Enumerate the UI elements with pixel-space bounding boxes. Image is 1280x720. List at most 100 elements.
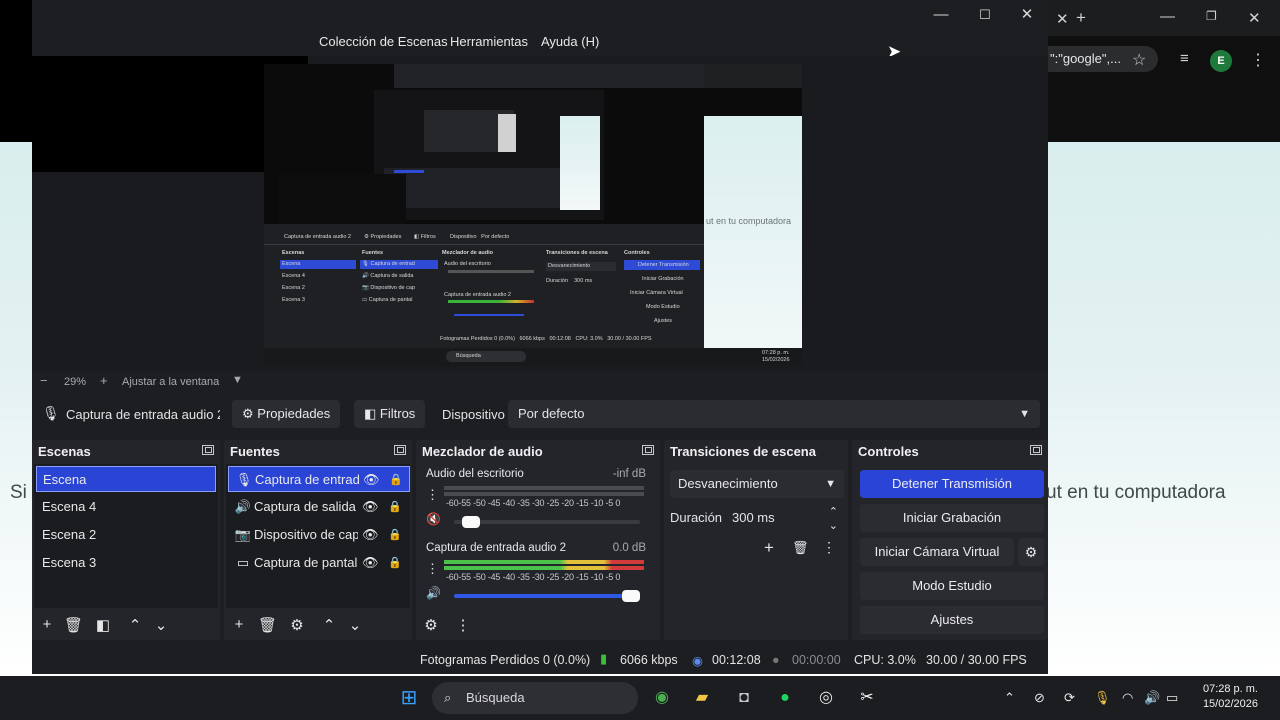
device-select[interactable]: Por defecto ▼: [508, 400, 1040, 428]
tray-sync-icon[interactable]: ⟳: [1064, 690, 1075, 706]
file-explorer-icon[interactable]: ▰: [690, 686, 714, 710]
zoom-out-icon[interactable]: −: [40, 373, 48, 388]
new-tab-icon[interactable]: +: [1076, 8, 1086, 28]
fit-window-label[interactable]: Ajustar a la ventana: [122, 376, 219, 388]
volume-slider[interactable]: [454, 590, 640, 602]
menu-help[interactable]: Ayuda (H): [541, 34, 599, 49]
chrome-icon[interactable]: ◉: [650, 686, 674, 710]
reading-list-icon[interactable]: ≡: [1180, 50, 1189, 67]
add-icon[interactable]: +: [764, 538, 774, 558]
menu-tools[interactable]: Herramientas: [450, 34, 528, 49]
lock-icon[interactable]: 🔒: [388, 550, 402, 576]
start-recording-button[interactable]: Iniciar Grabación: [860, 504, 1044, 532]
eye-icon[interactable]: 👁: [362, 522, 379, 548]
speaker-icon[interactable]: 🔊: [426, 586, 441, 600]
undock-icon[interactable]: [394, 445, 406, 455]
virtual-camera-gear-icon[interactable]: ⚙: [1018, 538, 1044, 566]
volume-knob[interactable]: [622, 590, 640, 602]
undock-icon[interactable]: [1030, 445, 1042, 455]
restore-icon[interactable]: ❐: [1206, 9, 1217, 23]
move-up-icon[interactable]: ⌃: [126, 616, 144, 634]
menu-kebab-icon[interactable]: ⋮: [454, 616, 472, 634]
scene-item[interactable]: Escena 4: [36, 494, 216, 520]
studio-mode-button[interactable]: Modo Estudio: [860, 572, 1044, 600]
menu-kebab-icon[interactable]: ⋮: [1250, 50, 1266, 70]
spotify-icon[interactable]: ●: [773, 686, 797, 710]
close-icon[interactable]: ✕: [1016, 4, 1038, 26]
taskbar-search[interactable]: ⌕ Búsqueda: [432, 682, 638, 714]
minimize-icon[interactable]: —: [1160, 8, 1175, 25]
tray-chevron-up-icon[interactable]: ⌃: [1004, 690, 1015, 706]
capcut-icon[interactable]: ✂: [855, 686, 879, 710]
muted-speaker-icon[interactable]: 🔇: [426, 512, 441, 526]
tray-microphone-icon[interactable]: 🎙: [1094, 690, 1111, 706]
filter-icon[interactable]: ◧: [94, 616, 112, 634]
bookmark-star-icon[interactable]: ☆: [1132, 50, 1146, 70]
start-virtual-camera-button[interactable]: Iniciar Cámara Virtual: [860, 538, 1014, 566]
scenes-list: Escena Escena 4 Escena 2 Escena 3: [34, 464, 218, 608]
eye-icon[interactable]: 👁: [362, 550, 379, 576]
camera-icon: 📷: [234, 527, 252, 542]
obs-taskbar-icon[interactable]: ◎: [814, 686, 838, 710]
channel-menu-icon[interactable]: ⋮: [426, 562, 439, 575]
close-tab-icon[interactable]: ✕: [1056, 10, 1069, 28]
source-item[interactable]: 📷 Dispositivo de captura de video 👁 🔒: [228, 522, 410, 548]
eye-icon[interactable]: 👁: [362, 494, 379, 520]
volume-slider[interactable]: [454, 516, 640, 528]
undock-icon[interactable]: [202, 445, 214, 455]
scene-item[interactable]: Escena: [36, 466, 216, 492]
menu-kebab-icon[interactable]: ⋮: [822, 539, 836, 556]
stop-stream-button[interactable]: Detener Transmisión: [860, 470, 1044, 498]
maximize-icon[interactable]: ☐: [974, 4, 996, 26]
windows-start-icon[interactable]: ⊞: [397, 686, 421, 710]
source-item[interactable]: 🎙 Captura de entrada audio 2 👁 🔒: [228, 466, 410, 492]
gear-icon[interactable]: ⚙: [288, 616, 306, 634]
advanced-audio-icon[interactable]: ⚙: [422, 616, 440, 634]
tray-notification-icon[interactable]: ⊘: [1034, 690, 1045, 706]
preview-canvas[interactable]: Captura de entrada audio 2 ⚙ Propiedades…: [264, 64, 802, 366]
source-item[interactable]: 🔊 Captura de salida de audio 👁 🔒: [228, 494, 410, 520]
source-item[interactable]: ▭ Captura de pantalla 👁 🔒: [228, 550, 410, 576]
move-up-icon[interactable]: ⌃: [320, 616, 338, 634]
scenes-dock: Escenas Escena Escena 4 Escena 2 Escena …: [32, 440, 220, 640]
camera-app-icon[interactable]: ◘: [732, 686, 756, 710]
trash-icon[interactable]: 🗑: [64, 616, 83, 634]
move-down-icon[interactable]: ⌄: [152, 616, 170, 634]
settings-button[interactable]: Ajustes: [860, 606, 1044, 634]
mixer-channel: Captura de entrada audio 2 0.0 dB ⋮ -60-…: [424, 542, 646, 608]
zoom-in-icon[interactable]: +: [100, 373, 108, 388]
eye-icon[interactable]: 👁: [363, 467, 380, 493]
trash-icon[interactable]: 🗑: [258, 616, 277, 634]
minimize-icon[interactable]: —: [930, 4, 952, 26]
decrement-icon[interactable]: ⌄: [829, 512, 838, 540]
scene-item[interactable]: Escena 2: [36, 522, 216, 548]
duration-value: 300 ms: [732, 510, 775, 525]
chevron-down-icon[interactable]: ▼: [232, 374, 243, 386]
lock-icon[interactable]: 🔒: [389, 467, 403, 493]
volume-icon[interactable]: 🔊: [1144, 690, 1160, 706]
undock-icon[interactable]: [642, 445, 654, 455]
volume-knob[interactable]: [462, 516, 480, 528]
menu-scene-collection[interactable]: Colección de Escenas: [319, 34, 448, 49]
trash-icon[interactable]: 🗑: [792, 540, 809, 556]
add-icon[interactable]: +: [38, 616, 56, 633]
close-icon[interactable]: ✕: [1248, 9, 1261, 27]
controls-dock: Controles Detener Transmisión Iniciar Gr…: [852, 440, 1048, 640]
add-icon[interactable]: +: [230, 616, 248, 633]
preview-area[interactable]: Captura de entrada audio 2 ⚙ Propiedades…: [32, 56, 1048, 372]
scene-item[interactable]: Escena 3: [36, 550, 216, 576]
battery-icon[interactable]: ▭: [1166, 690, 1178, 706]
wifi-icon[interactable]: ◠: [1122, 690, 1133, 706]
lock-icon[interactable]: 🔒: [388, 522, 402, 548]
channel-menu-icon[interactable]: ⋮: [426, 488, 439, 501]
filters-button[interactable]: ◧ Filtros: [354, 400, 426, 428]
transition-select[interactable]: Desvanecimiento ▼: [670, 470, 844, 498]
duration-label: Duración: [670, 510, 723, 525]
taskbar-clock[interactable]: 07:28 p. m. 15/02/2026: [1203, 682, 1258, 712]
profile-avatar[interactable]: E: [1210, 50, 1232, 72]
lock-icon[interactable]: 🔒: [388, 494, 402, 520]
duration-spinbox[interactable]: 300 ms ⌃ ⌄: [726, 504, 844, 532]
properties-button[interactable]: ⚙ Propiedades: [232, 400, 341, 428]
context-source-name: Captura de entrada audio 2: [66, 407, 220, 422]
move-down-icon[interactable]: ⌄: [346, 616, 364, 634]
